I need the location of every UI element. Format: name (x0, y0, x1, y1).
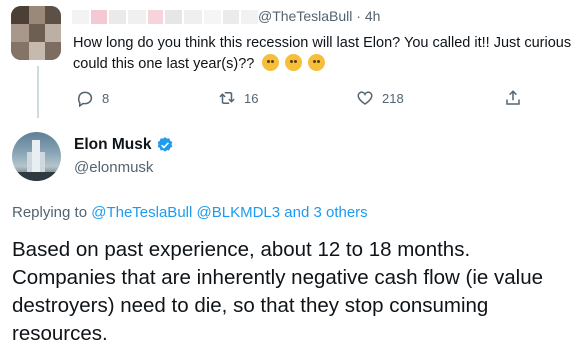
replying-to-label: Replying to (12, 204, 88, 221)
retweet-count: 16 (244, 90, 259, 106)
share-action[interactable] (504, 89, 522, 107)
replying-to-line: Replying to @TheTeslaBull @BLKMDL3 and 3… (12, 204, 368, 221)
main-author-handle[interactable]: @elonmusk (74, 159, 153, 176)
redacted-display-name (72, 8, 258, 25)
monocle-face-icon (285, 53, 303, 71)
main-author-name[interactable]: Elon Musk (74, 136, 152, 154)
reply-timestamp[interactable]: 4h (365, 8, 381, 24)
reply-author-handle[interactable]: @TheTeslaBull (258, 8, 352, 24)
thinking-face-icon (262, 53, 280, 71)
reply-author-avatar[interactable] (11, 6, 61, 60)
smirking-face-icon (308, 53, 326, 71)
mention-link[interactable]: @TheTeslaBull (91, 204, 192, 221)
retweet-action[interactable]: 16 (218, 89, 258, 107)
reply-action[interactable]: 8 (76, 89, 109, 107)
reply-tweet-actions: 8 16 218 (0, 89, 582, 109)
meta-separator: · (356, 8, 361, 24)
heart-icon (357, 91, 373, 105)
share-icon (506, 90, 520, 105)
others-link[interactable]: 3 others (313, 204, 367, 221)
rocket-launch-icon (12, 140, 61, 181)
verified-badge-icon (157, 137, 172, 152)
reply-tweet-text-block: How long do you think this recession wil… (73, 34, 573, 74)
retweet-icon (219, 92, 235, 104)
replying-conjunction: and (284, 204, 310, 221)
reply-count: 8 (102, 90, 110, 106)
mention-link[interactable]: @BLKMDL3 (197, 204, 281, 221)
like-count: 218 (382, 90, 404, 106)
main-tweet-text: Based on past experience, about 12 to 18… (12, 238, 544, 345)
reply-icon (77, 91, 93, 107)
like-action[interactable]: 218 (356, 89, 404, 107)
main-author-name-row: Elon Musk (74, 136, 174, 154)
main-author-avatar[interactable] (12, 132, 61, 181)
reply-tweet-meta: @TheTeslaBull · 4h (258, 8, 380, 24)
